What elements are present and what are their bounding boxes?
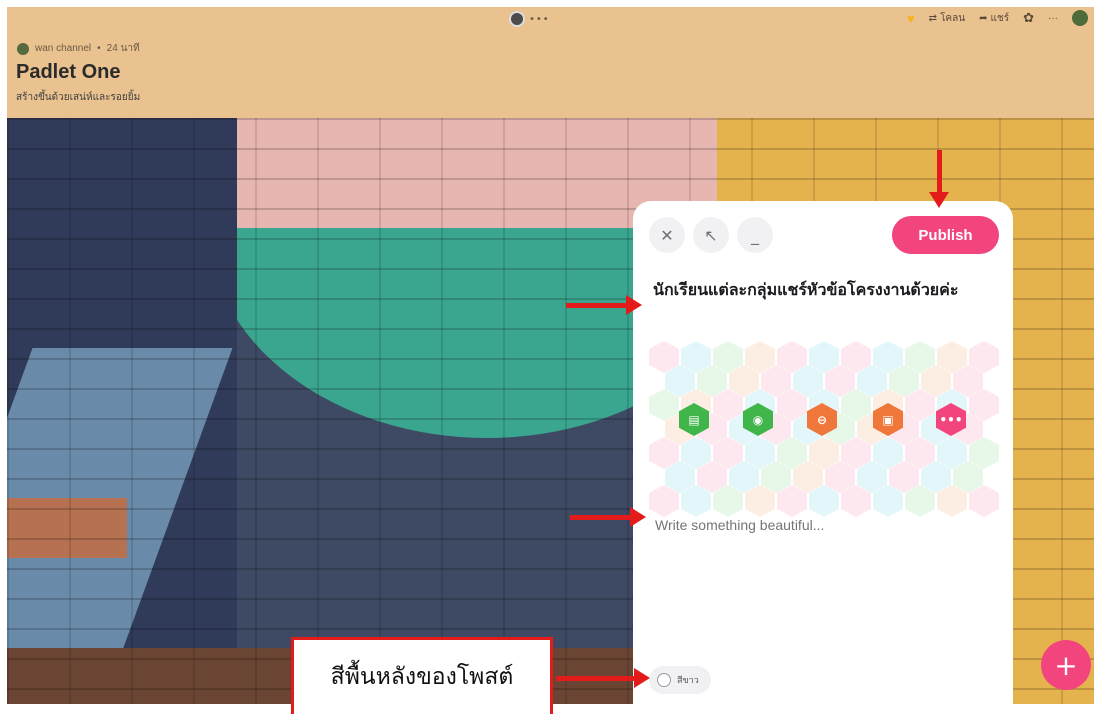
background-color-label: สีขาว [677,676,699,686]
board-title: Padlet One [16,61,121,83]
share-arrow-icon: ➦ [979,12,988,24]
expand-button[interactable]: ↖ [693,217,729,253]
collaborator-avatar [509,11,525,27]
ellipsis-icon: ••• [529,13,550,25]
minimize-icon: _ [751,225,759,245]
time-ago: 24 นาที [106,43,140,54]
plus-icon: + [1054,648,1078,682]
post-composer: ✕ ↖ _ Publish นักเรียนแต่ละกลุ่มแชร์หัวข… [633,201,1013,704]
more-dots-icon: ••• [939,412,963,427]
padlet-screen: ••• ♥ ⇄ โคลน ➦ แชร์ ✿ ··· wan channel • … [0,0,1094,714]
annotation-callout: สีพื้นหลังของโพสต์ [291,637,553,714]
remake-button[interactable]: ⇄ โคลน [929,11,965,26]
link-icon: ⊖ [816,412,828,427]
channel-avatar [17,42,29,55]
post-title-field[interactable]: นักเรียนแต่ละกลุ่มแชร์หัวข้อโครงงานด้วยค… [653,277,993,303]
expand-arrow-icon: ↖ [704,225,718,245]
share-label: แชร์ [990,12,1010,24]
file-upload-icon: ▤ [688,412,700,427]
add-post-button[interactable]: + [1041,640,1091,690]
gear-icon[interactable]: ✿ [1023,10,1034,26]
header-actions: ♥ ⇄ โคลน ➦ แชร์ ✿ ··· [907,10,1088,26]
post-body-input[interactable] [655,517,985,533]
annotation-arrow-body [570,507,646,527]
channel-name[interactable]: wan channel [35,43,91,54]
publish-button[interactable]: Publish [892,216,999,254]
channel-info: wan channel • 24 นาที [17,41,140,56]
annotation-arrow-title [566,295,642,315]
annotation-arrow-publish [929,150,949,208]
image-search-icon: ▣ [882,412,894,427]
camera-icon: ◉ [752,412,764,427]
remake-label: โคลน [940,12,966,24]
separator-dot: • [97,43,101,54]
board-header: ••• ♥ ⇄ โคลน ➦ แชร์ ✿ ··· wan channel • … [7,7,1094,118]
board-subtitle: สร้างขึ้นด้วยเสน่ห์และรอยยิ้ม [16,92,141,103]
close-button[interactable]: ✕ [649,217,685,253]
close-icon: ✕ [660,225,674,245]
annotation-arrow-color [556,668,650,688]
more-menu-icon[interactable]: ··· [1048,13,1058,24]
share-button[interactable]: ➦ แชร์ [979,11,1009,26]
heart-icon[interactable]: ♥ [907,11,915,26]
remake-icon: ⇄ [928,12,938,24]
collaborators[interactable]: ••• [509,11,550,27]
user-avatar[interactable] [1072,10,1088,26]
minimize-button[interactable]: _ [737,217,773,253]
background-color-selector[interactable]: สีขาว [649,666,711,694]
color-radio[interactable] [657,673,671,687]
